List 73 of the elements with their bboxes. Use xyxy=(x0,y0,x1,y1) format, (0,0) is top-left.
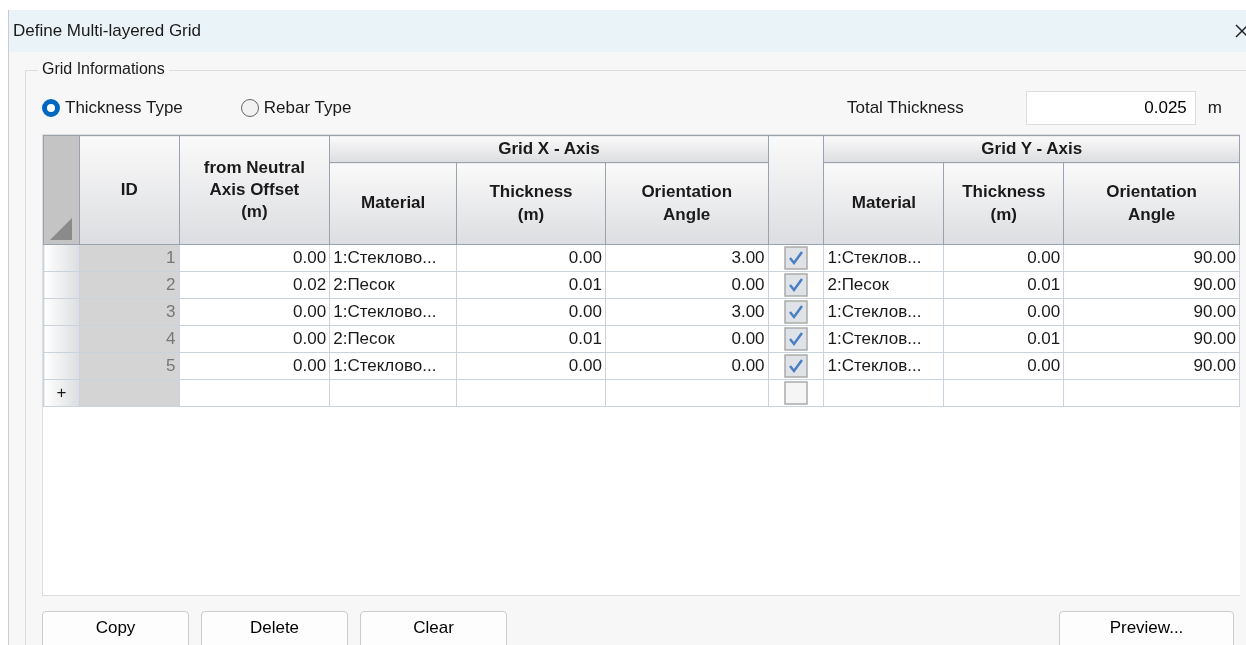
radio-label[interactable]: Rebar Type xyxy=(263,98,352,118)
preview-button[interactable]: Preview... xyxy=(1059,611,1234,645)
table-cell: 0.00 xyxy=(605,352,769,380)
table-cell: 0.00 xyxy=(456,244,606,272)
table-cell: 1:Стеклово... xyxy=(329,352,457,380)
column-header: Thickness (m) xyxy=(943,162,1064,245)
table-cell: 2:Песок xyxy=(329,271,457,299)
table-cell: 5 xyxy=(79,352,180,380)
checkbox[interactable] xyxy=(784,354,808,378)
action-button[interactable]: Copy xyxy=(42,611,189,645)
table-cell: 0.00 xyxy=(456,298,606,326)
checkbox[interactable] xyxy=(784,300,808,324)
table-cell: 4 xyxy=(79,325,180,353)
column-header: Material xyxy=(823,162,944,245)
table-cell: 0.00 xyxy=(943,298,1064,326)
table-cell: 0.00 xyxy=(943,352,1064,380)
table-cell: 1:Стеклов... xyxy=(823,352,944,380)
table-cell: 0.01 xyxy=(943,271,1064,299)
table-cell: 90.00 xyxy=(1063,271,1240,299)
table-cell: 0.00 xyxy=(179,244,330,272)
column-header: Orientation Angle xyxy=(1063,162,1240,245)
column-header: ID xyxy=(79,135,180,245)
table-cell: 0.01 xyxy=(456,325,606,353)
checkbox[interactable] xyxy=(784,273,808,297)
triangle-icon xyxy=(50,218,72,240)
table-cell: 0.00 xyxy=(456,352,606,380)
table-cell: 2:Песок xyxy=(823,271,944,299)
checkbox[interactable] xyxy=(784,246,808,270)
table-cell: 0.02 xyxy=(179,271,330,299)
total-thickness-field[interactable]: 0.025 xyxy=(1025,91,1196,125)
radio-button[interactable] xyxy=(240,99,259,117)
table-cell: 0.00 xyxy=(605,325,769,353)
window-title: Define Multi-layered Grid xyxy=(13,21,201,41)
table-cell: 90.00 xyxy=(1063,244,1240,272)
checkbox[interactable] xyxy=(784,327,808,351)
new-row-marker[interactable]: + xyxy=(43,379,80,407)
column-header: Material xyxy=(329,162,457,245)
close-icon[interactable] xyxy=(1234,23,1246,39)
table-cell: 0.00 xyxy=(179,352,330,380)
table-cell: 1:Стеклово... xyxy=(329,298,457,326)
action-button[interactable]: Clear xyxy=(360,611,507,645)
table-cell: 2 xyxy=(79,271,180,299)
table-cell: 90.00 xyxy=(1063,298,1240,326)
table-cell: 0.00 xyxy=(943,244,1064,272)
table-cell: 3.00 xyxy=(605,298,769,326)
table-cell: 0.00 xyxy=(179,325,330,353)
table-cell: 1:Стеклов... xyxy=(823,298,944,326)
table-cell: 1 xyxy=(79,244,180,272)
group-header: Grid X - Axis xyxy=(329,135,769,163)
column-header: from Neutral Axis Offset (m) xyxy=(179,135,330,245)
table-cell: 1:Стеклово... xyxy=(329,244,457,272)
radio-label[interactable]: Thickness Type xyxy=(65,98,183,118)
field-label: Total Thickness xyxy=(846,98,964,118)
radio-button[interactable] xyxy=(42,99,60,117)
table-cell: 0.01 xyxy=(943,325,1064,353)
column-header: Thickness (m) xyxy=(456,162,606,245)
table-cell: 0.00 xyxy=(605,271,769,299)
table-cell: 3 xyxy=(79,298,180,326)
table-cell: 2:Песок xyxy=(329,325,457,353)
corner-header[interactable] xyxy=(43,135,80,245)
table-cell: 3.00 xyxy=(605,244,769,272)
row-header[interactable] xyxy=(43,244,80,272)
table-cell: 90.00 xyxy=(1063,352,1240,380)
checkbox[interactable] xyxy=(784,381,808,405)
table-cell: 1:Стеклов... xyxy=(823,325,944,353)
table-cell: 1:Стеклов... xyxy=(823,244,944,272)
column-header: Orientation Angle xyxy=(605,162,769,245)
action-button[interactable]: Delete xyxy=(201,611,348,645)
table-cell: 0.01 xyxy=(456,271,606,299)
table-cell: 0.00 xyxy=(179,298,330,326)
table-cell: 90.00 xyxy=(1063,325,1240,353)
group-header: Grid Y - Axis xyxy=(823,135,1240,163)
unit-label: m xyxy=(1207,98,1222,118)
